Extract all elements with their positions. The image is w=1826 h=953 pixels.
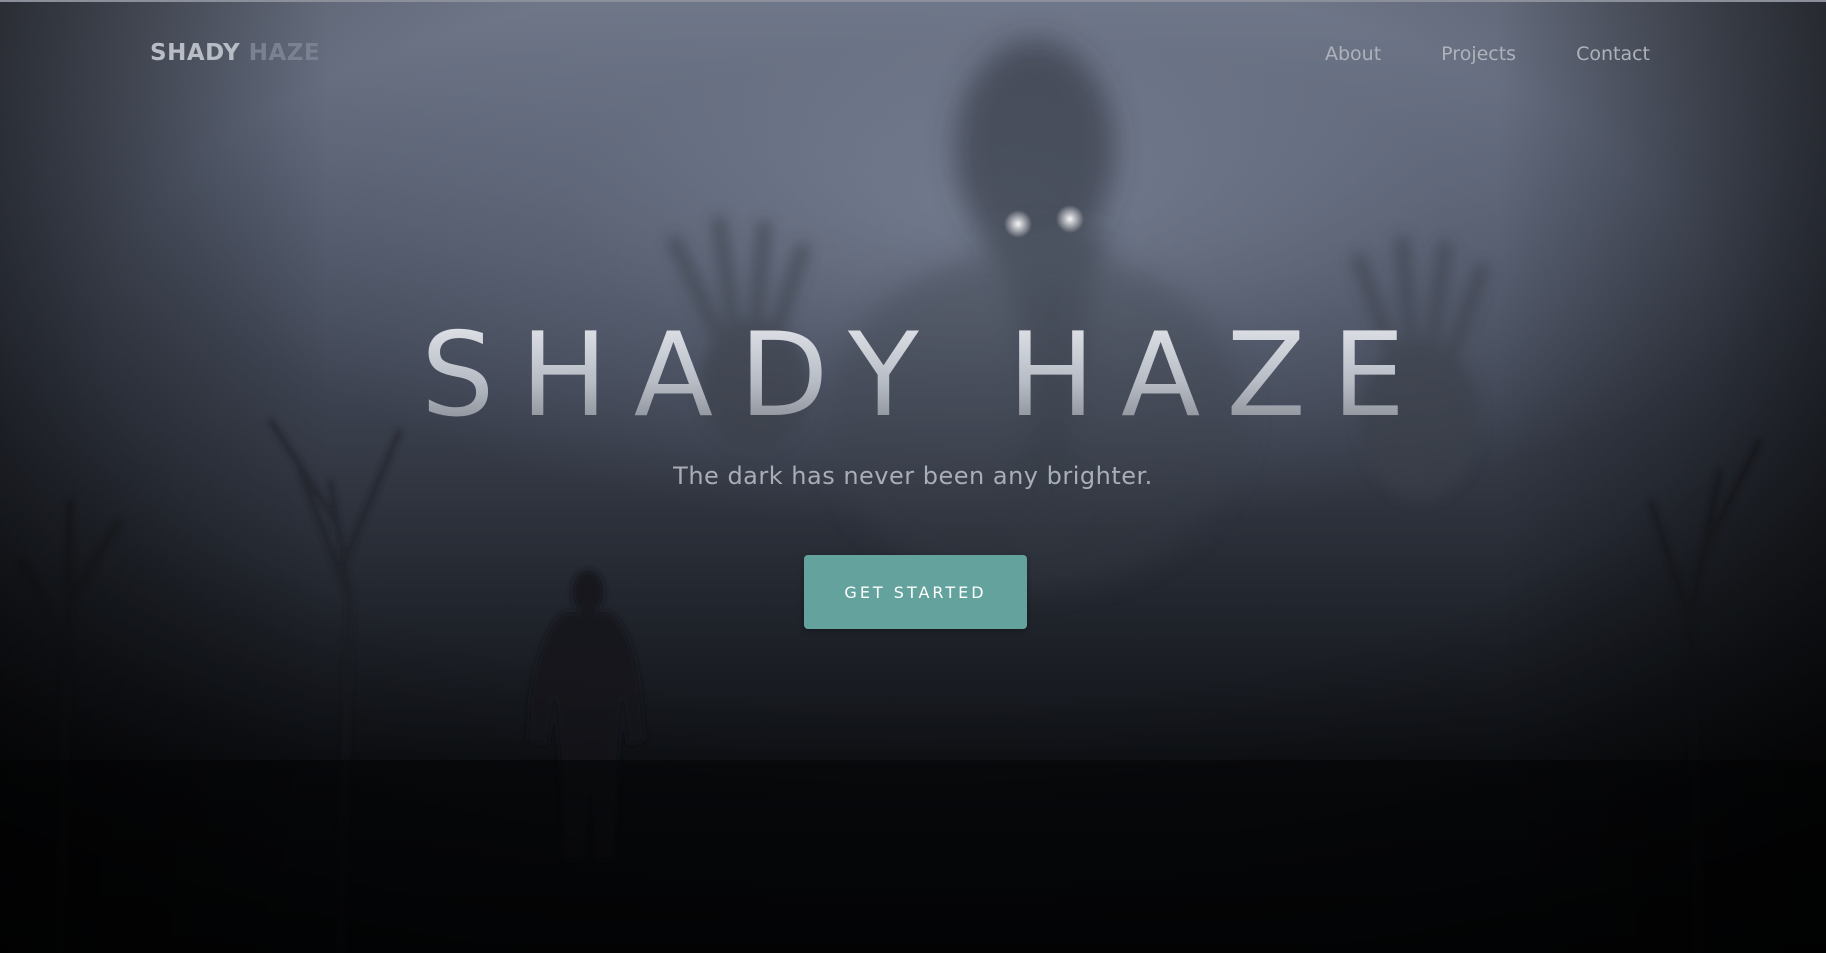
nav-link-contact[interactable]: Contact — [1576, 43, 1650, 65]
nav-link-about[interactable]: About — [1325, 43, 1381, 65]
nav-links: About Projects Contact — [1325, 43, 1650, 65]
landing-page: SHADY HAZE About Projects Contact SHADY … — [0, 0, 1826, 953]
navbar: SHADY HAZE About Projects Contact — [0, 0, 1826, 112]
brand-part-2: HAZE — [248, 40, 321, 66]
nav-link-projects[interactable]: Projects — [1441, 43, 1516, 65]
hero-title: SHADY HAZE — [0, 318, 1826, 434]
hero-subtitle: The dark has never been any brighter. — [673, 462, 1153, 490]
brand-logo[interactable]: SHADY HAZE — [150, 40, 320, 66]
get-started-button[interactable]: GET STARTED — [804, 555, 1027, 629]
brand-part-1: SHADY — [150, 40, 241, 66]
